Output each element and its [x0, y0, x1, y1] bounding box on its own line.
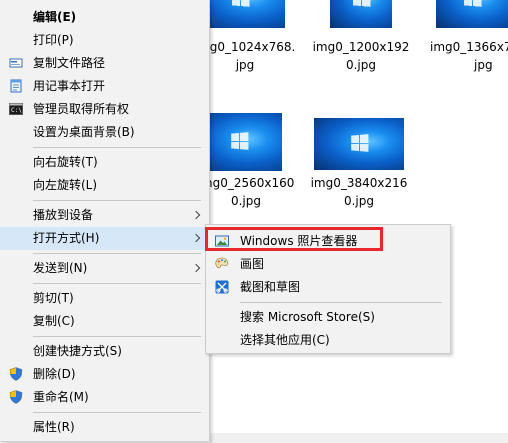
menu-separator [33, 253, 201, 254]
menu-item-copy[interactable]: 复制(C) [0, 310, 209, 333]
menu-separator [240, 302, 442, 303]
uac-shield-icon [9, 390, 23, 404]
submenu-item-snip-sketch[interactable]: 截图和草图 [206, 276, 450, 299]
menu-item-print[interactable]: 打印(P) [0, 29, 209, 52]
thumbnail-image[interactable] [436, 0, 508, 28]
menu-item-set-wallpaper[interactable]: 设置为桌面背景(B) [0, 121, 209, 144]
menu-item-open-notepad[interactable]: 用记事本打开 [0, 75, 209, 98]
thumbnail-image[interactable] [314, 118, 404, 170]
menu-item-open-with[interactable]: 打开方式(H) [0, 227, 209, 250]
chevron-right-icon [191, 263, 201, 273]
submenu-item-search-store[interactable]: 搜索 Microsoft Store(S) [206, 306, 450, 329]
menu-item-rotate-left[interactable]: 向左旋转(L) [0, 174, 209, 197]
file-name[interactable]: img0_3840x216 0.jpg [305, 174, 413, 210]
uac-shield-icon [9, 367, 23, 381]
snip-sketch-icon [215, 280, 229, 294]
chevron-right-icon [191, 233, 201, 243]
submenu-item-choose-other-app[interactable]: 选择其他应用(C) [206, 329, 450, 352]
thumbnail-image[interactable] [330, 0, 392, 28]
menu-item-properties[interactable]: 属性(R) [0, 416, 209, 439]
windows-logo-icon [464, 0, 482, 7]
notepad-icon [10, 79, 22, 93]
windows-logo-icon [232, 0, 250, 7]
submenu-item-paint[interactable]: 画图 [206, 253, 450, 276]
file-name[interactable]: img0_1200x192 0.jpg [308, 38, 414, 74]
windows-logo-icon [351, 134, 369, 152]
menu-separator [33, 200, 201, 201]
menu-item-edit[interactable]: 编辑(E) [0, 6, 209, 29]
menu-item-send-to[interactable]: 发送到(N) [0, 257, 209, 280]
menu-item-delete[interactable]: 删除(D) [0, 363, 209, 386]
menu-item-take-ownership[interactable]: C:\ 管理员取得所有权 [0, 98, 209, 121]
paint-palette-icon [215, 257, 229, 269]
menu-item-rotate-right[interactable]: 向右旋转(T) [0, 151, 209, 174]
command-prompt-icon: C:\ [9, 103, 23, 115]
open-with-submenu: Windows 照片查看器 画图 截图和草图 搜索 Microsoft Stor… [205, 224, 451, 354]
photo-viewer-icon [215, 235, 229, 247]
file-name[interactable]: img0_1366x7 jpg [430, 38, 508, 74]
chevron-right-icon [191, 210, 201, 220]
menu-separator [33, 147, 201, 148]
menu-item-cast-to-device[interactable]: 播放到设备 [0, 204, 209, 227]
menu-item-cut[interactable]: 剪切(T) [0, 287, 209, 310]
menu-separator [33, 412, 201, 413]
menu-separator [33, 283, 201, 284]
menu-separator [33, 336, 201, 337]
windows-logo-icon [230, 132, 248, 150]
horizontal-scrollbar[interactable] [210, 433, 508, 443]
copy-path-icon [9, 58, 23, 68]
menu-item-create-shortcut[interactable]: 创建快捷方式(S) [0, 340, 209, 363]
windows-logo-icon [353, 0, 371, 7]
menu-item-rename[interactable]: 重命名(M) [0, 386, 209, 409]
context-menu: 编辑(E) 打印(P) 复制文件路径 用记事本打开 C:\ 管理员取得所有权 设… [0, 0, 210, 442]
menu-item-copy-path[interactable]: 复制文件路径 [0, 52, 209, 75]
submenu-item-photo-viewer[interactable]: Windows 照片查看器 [206, 230, 450, 253]
svg-text:C:\: C:\ [11, 107, 22, 114]
